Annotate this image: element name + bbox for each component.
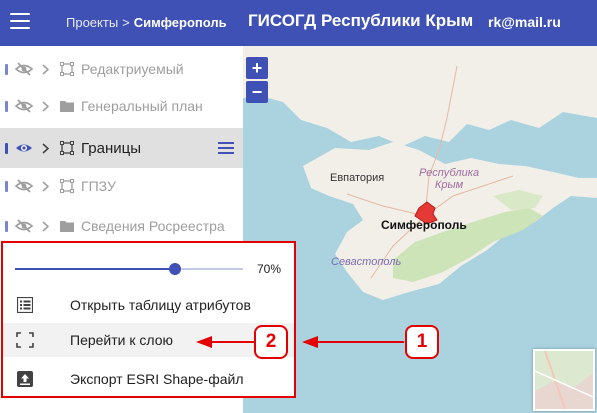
minimap-canvas: [535, 351, 593, 409]
info-marker: [5, 220, 8, 232]
map-label-region: Республика Крым: [419, 167, 480, 191]
breadcrumb: Проекты > Симферополь: [66, 15, 227, 30]
eye-icon[interactable]: [15, 141, 33, 155]
layer-item-selected[interactable]: Границы: [0, 128, 243, 168]
folder-icon: [60, 219, 74, 233]
layer-item[interactable]: ГПЗУ: [0, 166, 243, 206]
opacity-value: 70%: [257, 262, 282, 276]
breadcrumb-projects[interactable]: Проекты: [66, 15, 118, 30]
layer-context-menu: 70% Открыть таблицу атрибутов Перейти к …: [1, 241, 296, 398]
zoom-in-button[interactable]: +: [246, 57, 268, 79]
eye-off-icon[interactable]: [15, 179, 33, 193]
export-shapefile-item[interactable]: Экспорт ESRI Shape-файл: [3, 362, 294, 396]
zoom-extent-icon: [16, 332, 34, 348]
layer-menu-button[interactable]: [215, 137, 237, 159]
breadcrumb-current: Симферополь: [133, 15, 227, 30]
info-marker: [5, 100, 8, 112]
app-header: Проекты > Симферополь ГИСОГД Республики Кр…: [0, 0, 597, 46]
open-attribute-table-label: Открыть таблицу атрибутов: [70, 297, 251, 313]
annotation-step-1: 1: [405, 325, 439, 359]
info-marker: [5, 63, 8, 75]
chevron-right-icon[interactable]: [42, 63, 50, 75]
map-label-sevastopol: Севастополь: [331, 256, 402, 268]
menu-icon: [218, 142, 234, 154]
open-attribute-table-item[interactable]: Открыть таблицу атрибутов: [3, 288, 294, 322]
info-marker: [5, 180, 8, 192]
zoom-to-layer-label: Перейти к слою: [70, 332, 173, 348]
eye-off-icon[interactable]: [15, 99, 33, 113]
eye-off-icon[interactable]: [15, 219, 33, 233]
table-icon: [16, 297, 34, 313]
chevron-right-icon[interactable]: [42, 142, 50, 154]
polygon-icon: [60, 179, 74, 193]
zoom-to-layer-item[interactable]: Перейти к слою: [3, 323, 294, 357]
layer-name: Границы: [81, 139, 141, 157]
layer-item[interactable]: Сведения Росреестра: [0, 206, 243, 246]
opacity-slider-fill: [15, 268, 175, 270]
layer-name: Генеральный план: [81, 98, 203, 114]
info-marker: [5, 142, 8, 154]
opacity-slider[interactable]: [15, 263, 243, 275]
annotation-step-2: 2: [254, 325, 288, 359]
eye-off-icon[interactable]: [15, 62, 33, 76]
folder-icon: [60, 99, 74, 113]
user-menu[interactable]: rk@mail.ru: [488, 14, 561, 30]
breadcrumb-separator: >: [122, 15, 130, 30]
map-label-evpatoria: Евпатория: [330, 172, 385, 184]
export-icon: [16, 371, 34, 387]
export-shapefile-label: Экспорт ESRI Shape-файл: [70, 371, 244, 387]
layer-item[interactable]: Редактриуемый: [0, 49, 243, 89]
hamburger-icon[interactable]: [10, 13, 30, 33]
chevron-right-icon[interactable]: [42, 180, 50, 192]
opacity-slider-thumb[interactable]: [169, 263, 181, 275]
layer-name: Сведения Росреестра: [81, 218, 225, 234]
polygon-icon: [60, 141, 74, 155]
zoom-out-button[interactable]: −: [246, 81, 268, 103]
minimap[interactable]: [533, 349, 595, 411]
layer-item[interactable]: Генеральный план: [0, 86, 243, 126]
map-label-simferopol: Симферополь: [381, 218, 467, 232]
layer-name: ГПЗУ: [81, 178, 116, 194]
polygon-icon: [60, 62, 74, 76]
chevron-right-icon[interactable]: [42, 220, 50, 232]
app-title: ГИСОГД Республики Крым: [248, 11, 474, 30]
chevron-right-icon[interactable]: [42, 100, 50, 112]
layer-name: Редактриуемый: [81, 61, 184, 77]
